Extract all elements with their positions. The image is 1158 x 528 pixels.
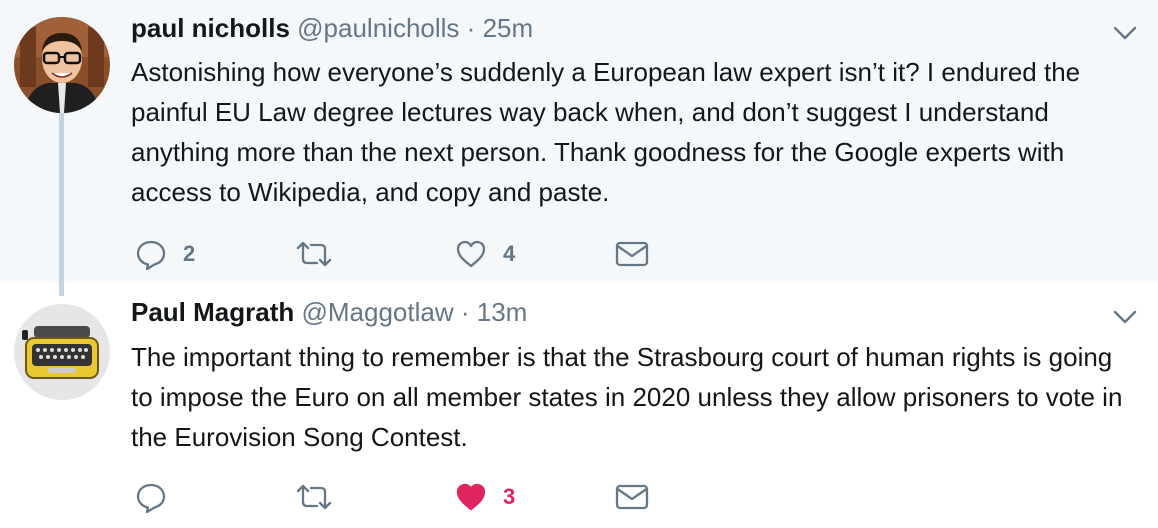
display-name[interactable]: Paul Magrath (131, 297, 294, 327)
separator-dot: · (460, 297, 470, 327)
retweet-icon (295, 482, 333, 512)
retweet-button[interactable] (295, 480, 349, 514)
tweet-actions: 2 4 (131, 237, 691, 271)
envelope-icon (615, 483, 649, 511)
like-count: 4 (503, 241, 516, 266)
display-name[interactable]: paul nicholls (131, 13, 290, 43)
direct-message-button[interactable] (615, 480, 649, 514)
chevron-down-icon[interactable] (1112, 20, 1138, 46)
like-button[interactable]: 4 (455, 237, 515, 271)
chevron-down-icon[interactable] (1112, 304, 1138, 330)
tweet-2[interactable]: Paul Magrath @Maggotlaw · 13m The import… (0, 282, 1158, 528)
like-button[interactable]: 3 (455, 480, 515, 514)
tweet-header: Paul Magrath @Maggotlaw · 13m (131, 297, 527, 327)
envelope-icon (615, 240, 649, 268)
tweet-text: Astonishing how everyone’s suddenly a Eu… (131, 57, 1081, 207)
reply-count: 2 (183, 241, 196, 266)
tweet-1[interactable]: paul nicholls @paulnicholls · 25m Astoni… (0, 0, 1158, 282)
reply-button[interactable]: 2 (135, 237, 195, 271)
reply-button[interactable] (135, 480, 183, 514)
tweet-actions: 3 (131, 480, 691, 514)
user-handle[interactable]: @Maggotlaw (301, 297, 453, 327)
heart-icon (455, 239, 487, 269)
like-count: 3 (503, 484, 516, 509)
reply-icon (135, 238, 167, 270)
avatar[interactable] (14, 17, 110, 113)
separator-dot: · (466, 13, 476, 43)
retweet-icon (295, 239, 333, 269)
avatar[interactable] (14, 304, 110, 400)
heart-icon (455, 482, 487, 512)
user-handle[interactable]: @paulnicholls (297, 13, 459, 43)
tweet-text: The important thing to remember is that … (131, 342, 1123, 452)
timestamp[interactable]: 25m (483, 13, 534, 43)
tweet-header: paul nicholls @paulnicholls · 25m (131, 13, 533, 43)
direct-message-button[interactable] (615, 237, 649, 271)
thread-connector-line (59, 112, 64, 296)
retweet-button[interactable] (295, 237, 349, 271)
reply-icon (135, 481, 167, 513)
timestamp[interactable]: 13m (477, 297, 528, 327)
